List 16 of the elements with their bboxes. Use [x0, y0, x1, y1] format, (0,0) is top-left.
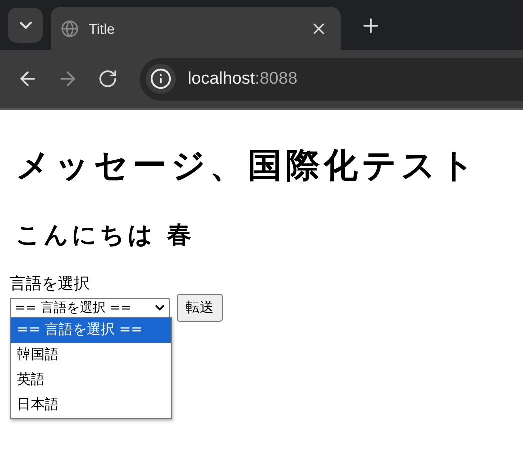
select-label: 言語を選択: [10, 274, 91, 294]
submit-button[interactable]: 転送: [177, 294, 223, 322]
dropdown-option[interactable]: 英語: [11, 368, 171, 393]
address-bar[interactable]: localhost:8088: [140, 58, 523, 100]
globe-icon: [61, 20, 79, 38]
tab-menu-button[interactable]: [8, 8, 43, 43]
dropdown-option[interactable]: == 言語を選択 ==: [11, 318, 171, 343]
browser-tab[interactable]: Title: [51, 7, 341, 50]
url-text: localhost:8088: [188, 69, 298, 89]
chevron-down-icon: [20, 22, 32, 29]
info-icon[interactable]: [146, 64, 176, 94]
dropdown-option[interactable]: 韓国語: [11, 343, 171, 368]
tab-title: Title: [89, 20, 116, 36]
greeting-heading: こんにちは 春: [16, 220, 196, 250]
page-heading: メッセージ、国際化テスト: [16, 146, 480, 186]
dropdown-option[interactable]: 日本語: [11, 393, 171, 418]
